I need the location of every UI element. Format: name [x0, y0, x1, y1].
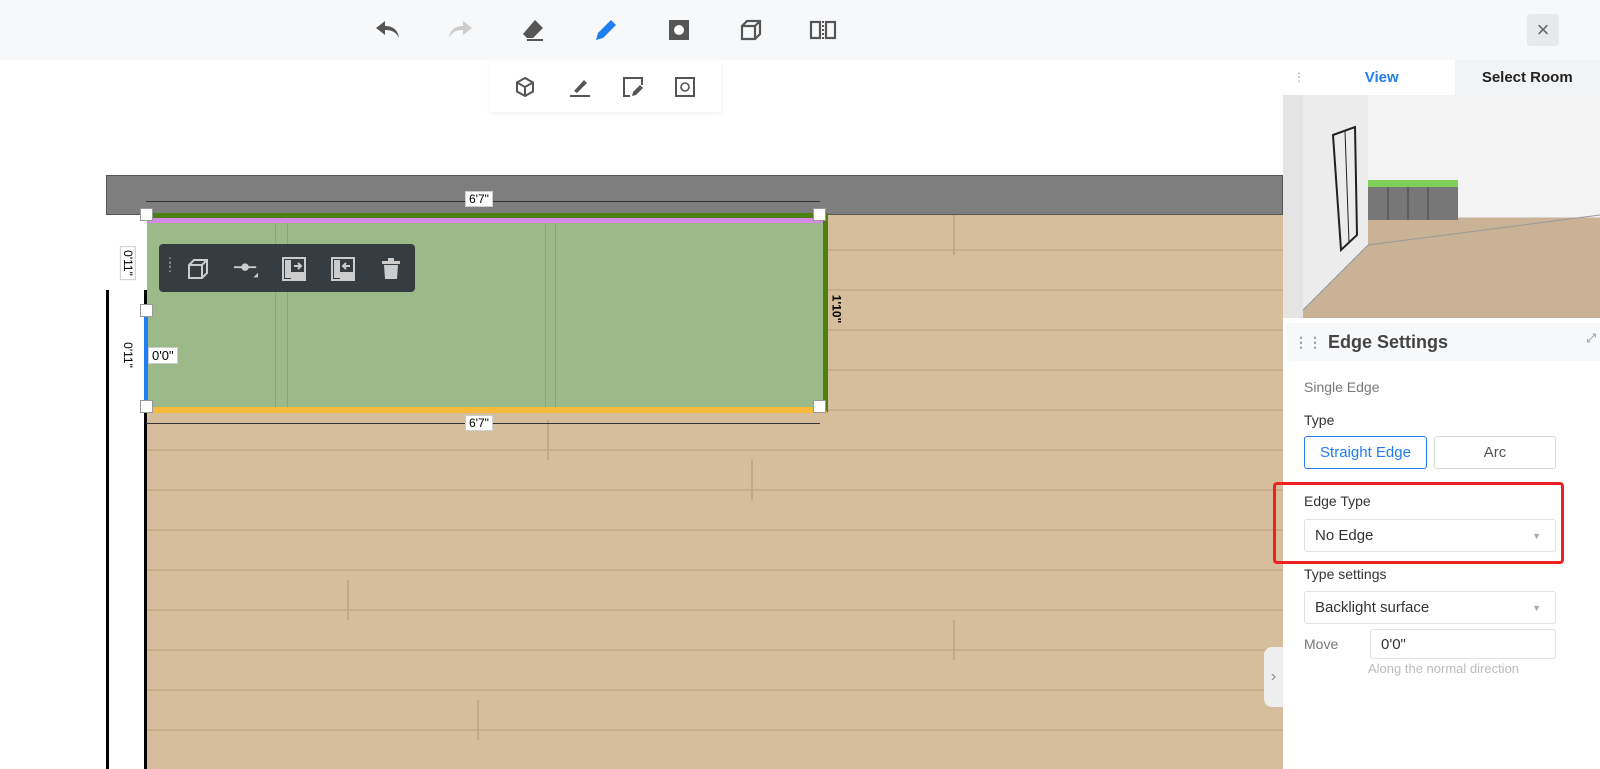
highlight-box: [1273, 482, 1564, 564]
dimension-offset[interactable]: 0'0": [148, 347, 178, 364]
type-settings-value: Backlight surface: [1315, 599, 1430, 616]
eraser-icon[interactable]: [519, 16, 547, 44]
resize-handle[interactable]: [813, 400, 826, 413]
drag-handle-icon[interactable]: ⋮⋮: [164, 256, 176, 273]
move-hint: Along the normal direction: [1368, 661, 1520, 676]
node-icon[interactable]: [233, 256, 259, 282]
resize-handle[interactable]: [140, 400, 153, 413]
redo-icon[interactable]: [446, 16, 474, 44]
expand-icon[interactable]: ⤢: [1586, 331, 1596, 346]
mirror-icon[interactable]: [809, 16, 837, 44]
move-input[interactable]: 0'0": [1370, 629, 1556, 659]
tab-select-room[interactable]: Select Room: [1454, 60, 1600, 95]
replace-icon[interactable]: [672, 74, 698, 100]
drag-handle-icon[interactable]: ⋮: [1293, 70, 1305, 84]
straight-edge-button[interactable]: Straight Edge: [1304, 436, 1427, 469]
type-settings-label: Type settings: [1304, 566, 1387, 582]
move-right-icon[interactable]: [281, 256, 307, 282]
cube-icon[interactable]: [185, 256, 211, 282]
resize-handle[interactable]: [813, 208, 826, 221]
3d-preview[interactable]: [1283, 95, 1600, 318]
draw-line-icon[interactable]: [567, 74, 593, 100]
chevron-down-icon: ▼: [1532, 602, 1541, 613]
collapse-panel-button[interactable]: ›: [1264, 647, 1283, 707]
arc-button[interactable]: Arc: [1434, 436, 1556, 469]
cabinet-action-toolbar: ⋮ ⋮: [159, 244, 415, 292]
resize-handle[interactable]: [140, 208, 153, 221]
type-label: Type: [1304, 412, 1335, 428]
move-left-icon[interactable]: [330, 256, 356, 282]
type-settings-select[interactable]: Backlight surface ▼: [1304, 591, 1556, 624]
box-icon[interactable]: [737, 16, 765, 44]
delete-icon[interactable]: [378, 256, 404, 282]
close-button[interactable]: ×: [1527, 14, 1559, 46]
move-label: Move: [1304, 636, 1339, 652]
dimension-bottom[interactable]: 6'7": [465, 415, 493, 431]
undo-icon[interactable]: [374, 16, 402, 44]
panel-title: Edge Settings: [1328, 331, 1449, 352]
edit-shape-icon[interactable]: [620, 74, 646, 100]
pencil-icon[interactable]: [592, 16, 620, 44]
view-panel: ⋮ View Select Room: [1283, 60, 1600, 318]
top-toolbar: ×: [0, 0, 1600, 60]
selected-cabinet[interactable]: [144, 213, 828, 413]
tab-view[interactable]: View: [1309, 60, 1455, 95]
dimension-left-lower[interactable]: 0'11": [121, 339, 135, 371]
dimension-left-upper[interactable]: 0'11": [119, 246, 136, 280]
dimension-right[interactable]: 1'10": [829, 292, 843, 327]
resize-handle[interactable]: [140, 304, 153, 317]
square-dot-icon[interactable]: [665, 16, 693, 44]
mode-label: Single Edge: [1304, 379, 1380, 395]
drag-handle-icon[interactable]: ⋮⋮: [1294, 334, 1322, 351]
sub-toolbar: [490, 62, 721, 112]
dimension-top[interactable]: 6'7": [465, 191, 493, 207]
wall: [106, 175, 1283, 215]
cube-3d-icon[interactable]: [512, 74, 538, 100]
